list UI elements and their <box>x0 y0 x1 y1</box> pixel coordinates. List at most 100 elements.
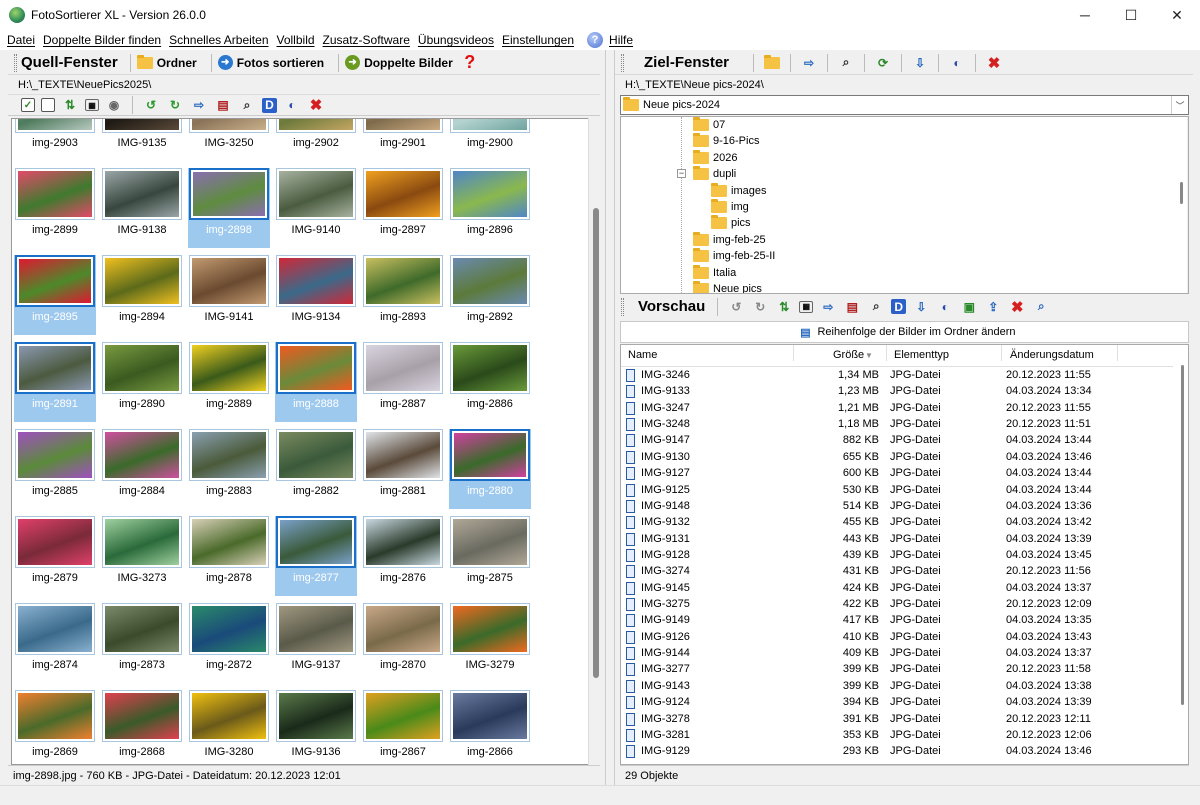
delete-icon[interactable]: ✖ <box>1008 298 1026 316</box>
thumbnail-item[interactable]: img-2881 <box>362 429 444 509</box>
target-folder-dropdown[interactable]: Neue pics-2024 ﹀ <box>620 95 1189 115</box>
file-row[interactable]: IMG-3281 353 KB JPG-Datei 20.12.2023 12:06 <box>621 728 1173 744</box>
thumbnail-item[interactable]: img-2901 <box>362 119 444 161</box>
globe-icon[interactable]: ◐ <box>283 96 301 114</box>
delete-icon[interactable]: ✖ <box>985 54 1003 72</box>
file-row[interactable]: IMG-9125 530 KB JPG-Datei 04.03.2024 13:44 <box>621 483 1173 499</box>
thumbnail-item[interactable]: img-2875 <box>449 516 531 596</box>
move-icon[interactable]: ⇨ <box>800 54 818 72</box>
menu-hilfe[interactable]: Hilfe <box>606 33 636 47</box>
thumbnail-item[interactable]: img-2896 <box>449 168 531 248</box>
globe-icon[interactable]: ◐ <box>948 54 966 72</box>
question-mark-icon[interactable]: ? <box>461 52 479 72</box>
thumbnail-item[interactable]: IMG-3250 <box>188 119 270 161</box>
tree-item[interactable]: img-feb-25 <box>693 231 766 248</box>
thumbnail-item[interactable]: IMG-3279 <box>449 603 531 683</box>
thumbnail-item[interactable]: img-2882 <box>275 429 357 509</box>
thumbnail-item[interactable]: img-2884 <box>101 429 183 509</box>
thumbnail-item[interactable]: img-2890 <box>101 342 183 422</box>
file-row[interactable]: IMG-9145 424 KB JPG-Datei 04.03.2024 13:37 <box>621 581 1173 597</box>
refresh-list-icon[interactable]: ⟳ <box>874 54 892 72</box>
file-row[interactable]: IMG-9124 394 KB JPG-Datei 04.03.2024 13:39 <box>621 695 1173 711</box>
file-row[interactable]: IMG-9130 655 KB JPG-Datei 04.03.2024 13:46 <box>621 450 1173 466</box>
thumbnail-item[interactable]: img-2903 <box>14 119 96 161</box>
maximize-button[interactable]: ☐ <box>1108 0 1154 30</box>
menu-einstellungen[interactable]: Einstellungen <box>499 33 577 47</box>
file-row[interactable]: IMG-3246 1,34 MB JPG-Datei 20.12.2023 11:55 <box>621 368 1173 384</box>
file-row[interactable]: IMG-9143 399 KB JPG-Datei 04.03.2024 13:38 <box>621 679 1173 695</box>
file-row[interactable]: IMG-9133 1,23 MB JPG-Datei 04.03.2024 13:34 <box>621 384 1173 400</box>
export-icon[interactable]: ⇪ <box>984 298 1002 316</box>
column-name[interactable]: Name <box>628 349 657 361</box>
duplicate-d-icon[interactable]: D <box>891 299 907 314</box>
file-row[interactable]: IMG-9131 443 KB JPG-Datei 04.03.2024 13:39 <box>621 532 1173 548</box>
import-icon[interactable]: ⇩ <box>911 54 929 72</box>
menu-vollbild[interactable]: Vollbild <box>274 33 318 47</box>
document-icon[interactable]: ▤ <box>843 298 861 316</box>
thumbnail-item[interactable]: img-2893 <box>362 255 444 335</box>
file-row[interactable]: IMG-9149 417 KB JPG-Datei 04.03.2024 13:35 <box>621 613 1173 629</box>
slideshow-icon[interactable]: ▣ <box>960 298 978 316</box>
thumbnail-item[interactable]: img-2894 <box>101 255 183 335</box>
thumbnail-item[interactable]: img-2888 <box>275 342 357 422</box>
column-size[interactable]: Größe <box>833 349 864 361</box>
file-row[interactable]: IMG-3274 431 KB JPG-Datei 20.12.2023 11:56 <box>621 564 1173 580</box>
move-icon[interactable]: ⇨ <box>190 96 208 114</box>
duplicate-d-icon[interactable]: D <box>262 97 277 113</box>
sound-icon[interactable]: ◉ <box>105 96 123 114</box>
thumbnail-item[interactable]: img-2877 <box>275 516 357 596</box>
thumbnail-item[interactable]: img-2887 <box>362 342 444 422</box>
column-type[interactable]: Elementtyp <box>894 349 949 361</box>
thumbnail-scrollbar[interactable] <box>588 118 605 765</box>
minimize-button[interactable]: ─ <box>1062 0 1108 30</box>
menu-uebungsvideos[interactable]: Übungsvideos <box>415 33 497 47</box>
sort-arrows-icon[interactable]: ⇅ <box>775 298 793 316</box>
thumbnail-item[interactable]: img-2880 <box>449 429 531 509</box>
thumbnail-item[interactable]: img-2876 <box>362 516 444 596</box>
close-button[interactable]: ✕ <box>1154 0 1200 30</box>
import-icon[interactable]: ⇩ <box>912 298 930 316</box>
thumbnail-item[interactable]: img-2872 <box>188 603 270 683</box>
thumbnail-item[interactable]: IMG-9140 <box>275 168 357 248</box>
file-row[interactable]: IMG-9144 409 KB JPG-Datei 04.03.2024 13:37 <box>621 646 1173 662</box>
search-icon[interactable]: ⌕ <box>867 298 885 316</box>
search-icon[interactable]: ⌕ <box>837 54 855 72</box>
file-row[interactable]: IMG-3275 422 KB JPG-Datei 20.12.2023 12:09 <box>621 597 1173 613</box>
file-row[interactable]: IMG-3248 1,18 MB JPG-Datei 20.12.2023 11:51 <box>621 417 1173 433</box>
rotate-right-icon[interactable]: ↻ <box>751 298 769 316</box>
reorder-images-button[interactable]: ▤ Reihenfolge der Bilder im Ordner änder… <box>620 321 1189 343</box>
file-row[interactable]: IMG-9127 600 KB JPG-Datei 04.03.2024 13:44 <box>621 466 1173 482</box>
thumbnail-item[interactable]: IMG-3273 <box>101 516 183 596</box>
tree-item[interactable]: 9-16-Pics <box>693 133 759 149</box>
thumbnail-item[interactable]: img-2886 <box>449 342 531 422</box>
thumbnail-item[interactable]: img-2895 <box>14 255 96 335</box>
thumbnail-item[interactable]: img-2891 <box>14 342 96 422</box>
grid-view-icon[interactable]: ▦ <box>85 99 99 111</box>
splitter[interactable] <box>605 50 615 785</box>
tree-item[interactable]: Italia <box>693 264 736 281</box>
find-duplicate-icon[interactable]: ⌕ <box>1032 298 1050 316</box>
rotate-left-icon[interactable]: ↺ <box>727 298 745 316</box>
menu-datei[interactable]: Datei <box>4 33 38 47</box>
tree-item[interactable]: 2026 <box>693 149 737 166</box>
file-row[interactable]: IMG-3277 399 KB JPG-Datei 20.12.2023 11:58 <box>621 662 1173 678</box>
thumbnail-item[interactable]: img-2897 <box>362 168 444 248</box>
thumbnail-item[interactable]: IMG-9141 <box>188 255 270 335</box>
doppelte-bilder-button[interactable]: ➜ Doppelte Bilder <box>345 55 453 70</box>
thumbnail-item[interactable]: img-2874 <box>14 603 96 683</box>
thumbnail-item[interactable]: IMG-9137 <box>275 603 357 683</box>
tree-item[interactable]: pics <box>711 215 751 231</box>
fotos-sortieren-button[interactable]: ➜ Fotos sortieren <box>217 55 324 70</box>
thumbnail-item[interactable]: img-2892 <box>449 255 531 335</box>
rotate-right-icon[interactable]: ↻ <box>166 96 184 114</box>
menu-schnelles-arbeiten[interactable]: Schnelles Arbeiten <box>166 33 271 47</box>
thumbnail-item[interactable]: img-2868 <box>101 690 183 764</box>
thumbnail-item[interactable]: img-2867 <box>362 690 444 764</box>
uncheck-all-icon[interactable] <box>41 98 55 112</box>
thumbnail-item[interactable]: IMG-3280 <box>188 690 270 764</box>
thumbnail-item[interactable]: img-2885 <box>14 429 96 509</box>
file-row[interactable]: IMG-9148 514 KB JPG-Datei 04.03.2024 13:36 <box>621 499 1173 515</box>
move-icon[interactable]: ⇨ <box>819 298 837 316</box>
file-row[interactable]: IMG-9126 410 KB JPG-Datei 04.03.2024 13:43 <box>621 630 1173 646</box>
thumbnail-item[interactable]: IMG-9136 <box>275 690 357 764</box>
